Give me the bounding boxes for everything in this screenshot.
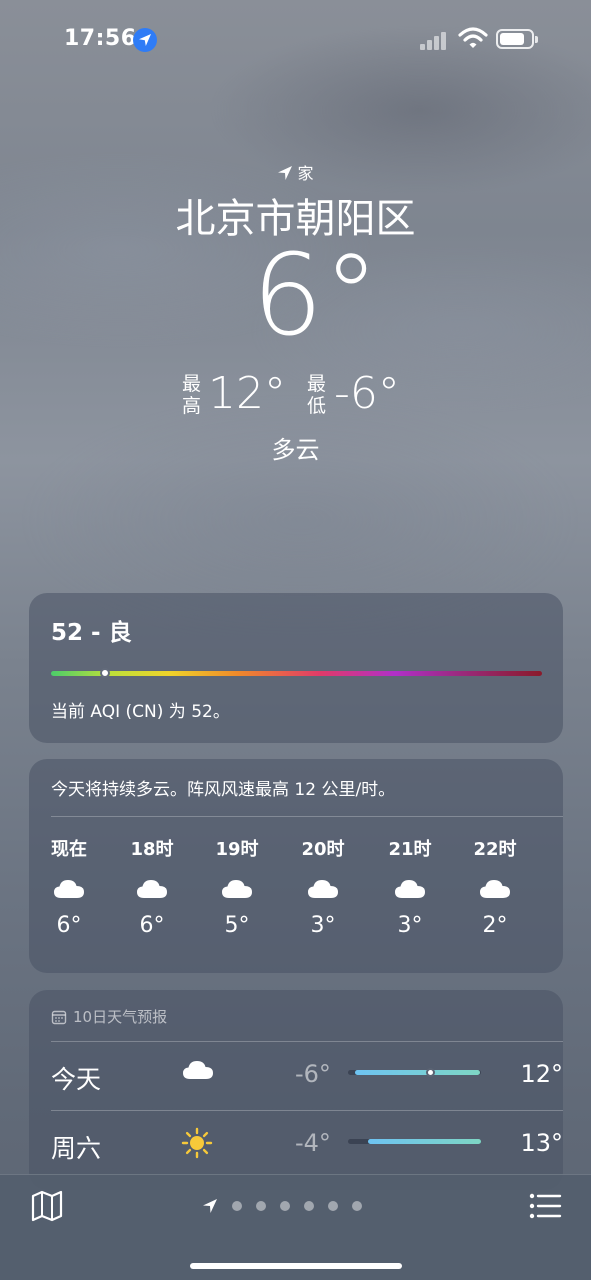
location-arrow-icon	[278, 166, 293, 180]
cloud-icon	[380, 865, 440, 905]
cloud-icon	[549, 865, 563, 905]
daily-row[interactable]: 周六 -4° 13°	[51, 1115, 563, 1171]
hour-label: 18时	[130, 839, 174, 860]
cloud-icon	[293, 865, 353, 905]
battery-icon	[496, 29, 538, 49]
hour-temperature: 5°	[224, 913, 250, 938]
hour-temperature: 3°	[397, 913, 423, 938]
temperature-range-fill	[354, 1070, 480, 1075]
page-dot[interactable]	[280, 1201, 290, 1211]
cloud-icon	[39, 865, 99, 905]
location-arrow-icon	[203, 1199, 217, 1213]
day-name: 周六	[51, 1134, 102, 1163]
map-icon[interactable]	[30, 1189, 64, 1223]
low-temp: -6°	[334, 368, 400, 419]
bottom-toolbar	[0, 1174, 591, 1280]
day-high-temp: 12°	[520, 1060, 563, 1088]
cellular-signal-icon	[420, 30, 450, 50]
hourly-summary: 今天将持续多云。阵风风速最高 12 公里/时。	[51, 780, 396, 800]
hourly-item: 18时 6°	[122, 835, 182, 938]
page-dot[interactable]	[328, 1201, 338, 1211]
aqi-indicator	[100, 668, 110, 678]
air-quality-card[interactable]: 52 - 良 当前 AQI (CN) 为 52。	[29, 593, 563, 743]
cloud-icon	[122, 865, 182, 905]
hourly-item: 2	[549, 835, 563, 913]
cloud-icon	[181, 1058, 215, 1084]
page-dot[interactable]	[352, 1201, 362, 1211]
divider	[51, 1041, 563, 1042]
sun-icon	[181, 1127, 213, 1163]
home-location-label: 家	[0, 160, 591, 184]
high-temp: 12°	[208, 368, 286, 419]
hour-label: 20时	[301, 839, 345, 860]
day-low-temp: -4°	[295, 1129, 331, 1157]
hourly-item: 22时 2°	[465, 835, 525, 938]
home-indicator[interactable]	[190, 1263, 402, 1269]
high-low-temperatures: 最 高 12° 最 低 -6°	[0, 368, 591, 422]
calendar-icon	[51, 1010, 67, 1025]
day-low-temp: -6°	[295, 1060, 331, 1088]
current-temp-marker	[425, 1068, 435, 1077]
page-dot[interactable]	[232, 1201, 242, 1211]
list-icon[interactable]	[528, 1191, 562, 1221]
aqi-scale-bar	[51, 671, 542, 676]
daily-forecast-title: 10日天气预报	[51, 1006, 167, 1027]
day-high-temp: 13°	[520, 1129, 563, 1157]
current-temperature: 6°	[251, 231, 380, 361]
hour-label: 现在	[51, 839, 87, 860]
home-label-text: 家	[297, 164, 314, 183]
status-time: 17:56	[64, 26, 137, 51]
hour-temperature: 6°	[56, 913, 82, 938]
aqi-description: 当前 AQI (CN) 为 52。	[51, 702, 230, 722]
daily-title-text: 10日天气预报	[73, 1008, 168, 1026]
temperature-range-fill	[367, 1139, 481, 1144]
day-name: 今天	[51, 1065, 102, 1094]
aqi-value: 52 - 良	[51, 620, 132, 646]
cloud-icon	[465, 865, 525, 905]
divider	[51, 816, 563, 817]
temperature-range-bar	[348, 1139, 481, 1144]
page-dot[interactable]	[304, 1201, 314, 1211]
low-label: 最 低	[307, 373, 327, 417]
hour-label: 22时	[473, 839, 517, 860]
hour-label: 19时	[215, 839, 259, 860]
hourly-forecast-card[interactable]: 今天将持续多云。阵风风速最高 12 公里/时。 现在 6° 18时 6° 19时 5° 20…	[29, 759, 563, 973]
hourly-item: 21时 3°	[380, 835, 440, 938]
hour-label: 21时	[388, 839, 432, 860]
daily-row[interactable]: 今天 -6° 12°	[51, 1046, 563, 1102]
weather-condition: 多云	[271, 436, 320, 464]
page-dot[interactable]	[256, 1201, 266, 1211]
temperature-range-bar	[348, 1068, 481, 1077]
cloud-icon	[207, 865, 267, 905]
ten-day-forecast-card[interactable]: 10日天气预报 今天 -6° 12° 周六 -4° 13°	[29, 990, 563, 1190]
wifi-icon	[458, 27, 488, 48]
hourly-item: 19时 5°	[207, 835, 267, 938]
hour-temperature: 6°	[139, 913, 165, 938]
high-label: 最 高	[182, 373, 202, 417]
hour-temperature: 3°	[310, 913, 336, 938]
hourly-item: 20时 3°	[293, 835, 353, 938]
status-bar: 17:56	[0, 0, 591, 80]
hour-temperature: 2°	[482, 913, 508, 938]
hour-label: 2	[549, 835, 563, 865]
location-arrow-icon	[133, 28, 157, 52]
divider	[51, 1110, 563, 1111]
hourly-item: 现在 6°	[39, 835, 99, 938]
